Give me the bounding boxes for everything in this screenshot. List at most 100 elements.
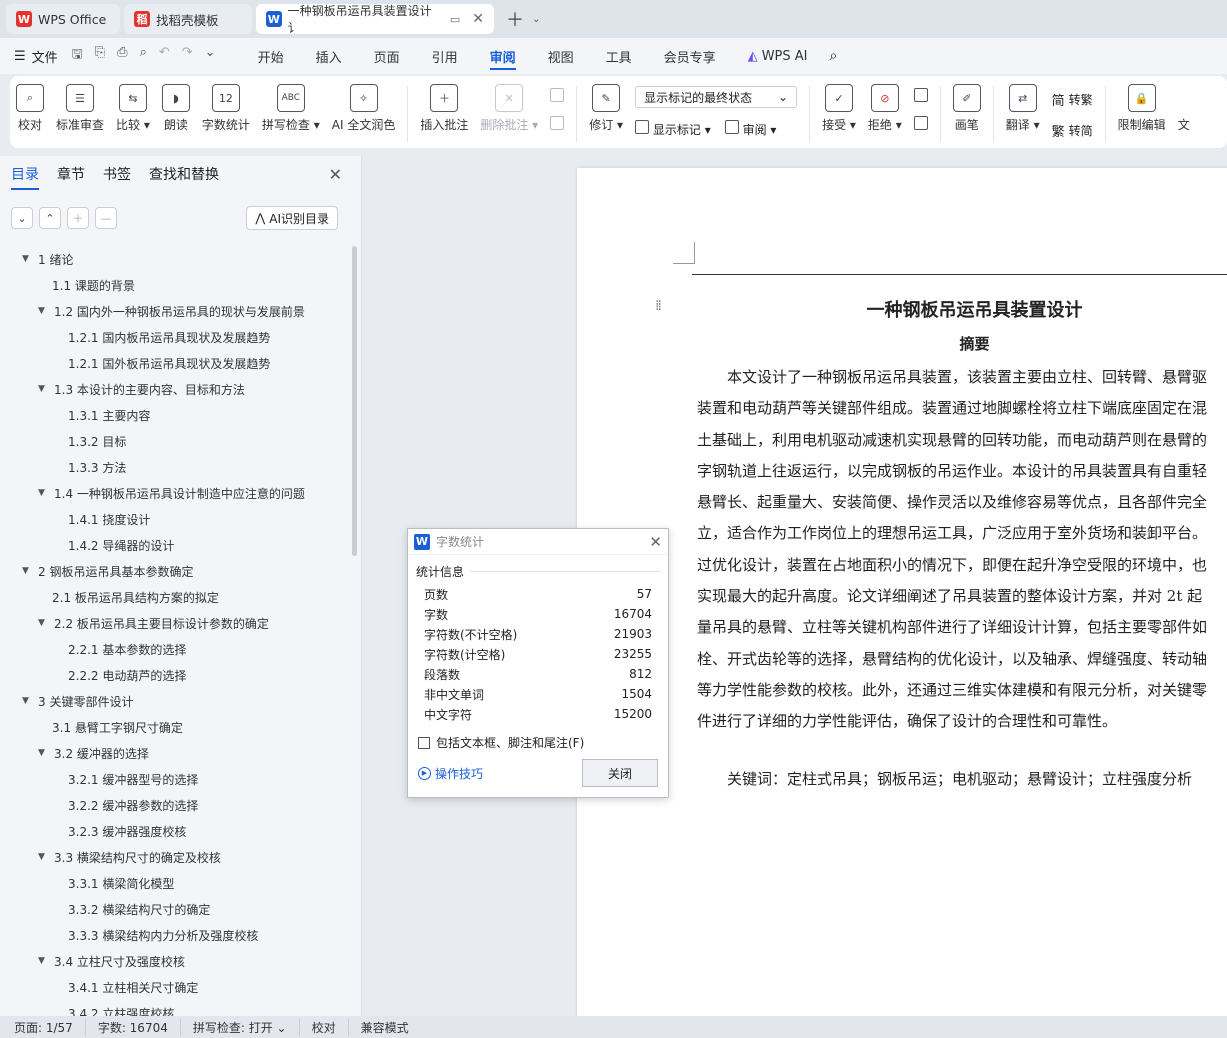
- expand-triangle-icon[interactable]: ▼: [38, 488, 50, 498]
- toc-item[interactable]: 1.4.2 导绳器的设计: [0, 532, 352, 558]
- read-aloud-button[interactable]: ◗ 朗读: [156, 84, 196, 133]
- insert-comment-button[interactable]: ＋插入批注: [414, 84, 474, 133]
- expand-triangle-icon[interactable]: ▼: [38, 956, 50, 966]
- expand-triangle-icon[interactable]: ▼: [22, 566, 34, 576]
- status-proof[interactable]: 校对: [312, 1018, 349, 1036]
- expand-triangle-icon[interactable]: ▼: [38, 748, 50, 758]
- undo-icon[interactable]: ↶: [159, 45, 170, 67]
- toc-item[interactable]: 1.4.1 挠度设计: [0, 506, 352, 532]
- toc-item[interactable]: 1.2.1 国外板吊运吊具现状及发展趋势: [0, 350, 352, 376]
- spell-check-button[interactable]: ABC 拼写检查 ▾: [256, 84, 326, 133]
- tips-link[interactable]: ▶ 操作技巧: [418, 765, 483, 782]
- print-preview-icon[interactable]: ⌕: [140, 45, 147, 67]
- more-ribbon-button[interactable]: 文: [1172, 84, 1196, 133]
- menu-reference[interactable]: 引用: [416, 38, 474, 74]
- tab-bookmarks[interactable]: 书签: [103, 164, 131, 184]
- previous-change-icon[interactable]: [913, 88, 928, 102]
- toc-item[interactable]: 3.2.1 缓冲器型号的选择: [0, 766, 352, 792]
- tab-toc[interactable]: 目录: [11, 164, 39, 190]
- expand-triangle-icon[interactable]: ▼: [38, 618, 50, 628]
- standard-review-button[interactable]: ☰ 标准审查: [50, 84, 110, 133]
- toc-item[interactable]: 3.3.1 横梁简化模型: [0, 870, 352, 896]
- menu-review[interactable]: 审阅: [474, 38, 532, 74]
- toc-item[interactable]: 3.3.3 横梁结构内力分析及强度校核: [0, 922, 352, 948]
- toc-item[interactable]: 2.2.1 基本参数的选择: [0, 636, 352, 662]
- export-icon[interactable]: ⎘: [95, 45, 105, 67]
- markup-state-dropdown[interactable]: 显示标记的最终状态 ⌄: [635, 86, 798, 108]
- search-icon[interactable]: ⌕: [830, 48, 838, 64]
- toc-item[interactable]: 1.3.3 方法: [0, 454, 352, 480]
- tab-template[interactable]: 稻 找稻壳模板: [124, 4, 252, 34]
- toc-item[interactable]: 3.4.1 立柱相关尺寸确定: [0, 974, 352, 1000]
- toc-item[interactable]: ▼ 1 绪论: [0, 246, 352, 272]
- toc-item[interactable]: ▼ 3 关键零部件设计: [0, 688, 352, 714]
- document-page[interactable]: ⁞⁞ 一种钢板吊运吊具装置设计 摘要 本文设计了一种钢板吊运吊具装置，该装置主要…: [577, 168, 1227, 1016]
- new-tab-icon[interactable]: ＋: [506, 6, 524, 32]
- chevron-up-icon[interactable]: ⌃: [39, 207, 61, 229]
- close-pane-icon[interactable]: ✕: [329, 165, 342, 184]
- status-words[interactable]: 字数: 16704: [98, 1018, 181, 1036]
- toc-item[interactable]: 2.2.2 电动葫芦的选择: [0, 662, 352, 688]
- toc-scrollbar[interactable]: [352, 246, 357, 556]
- expand-triangle-icon[interactable]: ▼: [38, 384, 50, 394]
- translate-button[interactable]: ⇄ 翻译 ▾: [1000, 84, 1046, 133]
- close-button[interactable]: 关闭: [582, 759, 658, 787]
- toc-item[interactable]: ▼ 3.4 立柱尺寸及强度校核: [0, 948, 352, 974]
- toc-item[interactable]: 3.2.2 缓冲器参数的选择: [0, 792, 352, 818]
- toc-item[interactable]: ▼ 1.4 一种钢板吊运吊具设计制造中应注意的问题: [0, 480, 352, 506]
- dialog-titlebar[interactable]: W 字数统计 ✕: [408, 529, 668, 555]
- expand-triangle-icon[interactable]: ▼: [38, 852, 50, 862]
- compare-button[interactable]: ⇆ 比较 ▾: [110, 84, 156, 133]
- toc-item[interactable]: 3.3.2 横梁结构尺寸的确定: [0, 896, 352, 922]
- expand-triangle-icon[interactable]: ▼: [38, 306, 50, 316]
- revise-button[interactable]: ✎ 修订 ▾: [583, 84, 629, 133]
- toc-item[interactable]: ▼ 2 钢板吊运吊具基本参数确定: [0, 558, 352, 584]
- proof-button[interactable]: ⌕ 校对: [10, 84, 50, 133]
- ai-toc-button[interactable]: ⋀ AI识别目录: [246, 206, 338, 230]
- tab-find-replace[interactable]: 查找和替换: [149, 164, 219, 184]
- toc-item[interactable]: 3.1 悬臂工字钢尺寸确定: [0, 714, 352, 740]
- toc-item[interactable]: ▼ 2.2 板吊运吊具主要目标设计参数的确定: [0, 610, 352, 636]
- close-tab-icon[interactable]: ✕: [472, 11, 484, 27]
- print-icon[interactable]: ⎙: [117, 45, 127, 67]
- file-menu[interactable]: ☰ 文件: [14, 47, 58, 66]
- menu-view[interactable]: 视图: [532, 38, 590, 74]
- menu-home[interactable]: 开始: [242, 38, 300, 74]
- toc-item[interactable]: ▼ 1.3 本设计的主要内容、目标和方法: [0, 376, 352, 402]
- toc-item[interactable]: 2.1 板吊运吊具结构方案的拟定: [0, 584, 352, 610]
- drag-handle-icon[interactable]: ⁞⁞: [655, 298, 662, 314]
- close-icon[interactable]: ✕: [649, 533, 662, 551]
- chevron-down-icon[interactable]: ⌄: [11, 207, 33, 229]
- reject-button[interactable]: ⊘ 拒绝 ▾: [862, 84, 908, 133]
- previous-comment-icon[interactable]: [550, 88, 565, 102]
- menu-insert[interactable]: 插入: [300, 38, 358, 74]
- chevron-down-icon[interactable]: ⌄: [205, 45, 216, 67]
- menu-member[interactable]: 会员专享: [648, 38, 732, 74]
- accept-button[interactable]: ✓ 接受 ▾: [816, 84, 862, 133]
- redo-icon[interactable]: ↷: [182, 45, 193, 67]
- chevron-down-icon[interactable]: ⌄: [532, 14, 540, 25]
- toc-item[interactable]: ▼ 1.2 国内外一种钢板吊运吊具的现状与发展前景: [0, 298, 352, 324]
- monitor-icon[interactable]: ▭: [450, 13, 460, 26]
- to-simplified-button[interactable]: 繁转简: [1052, 121, 1093, 140]
- toc-item[interactable]: ▼ 3.2 缓冲器的选择: [0, 740, 352, 766]
- status-page[interactable]: 页面: 1/57: [14, 1018, 86, 1036]
- tab-document[interactable]: W 一种钢板吊运吊具装置设计 讠 ▭ ✕: [256, 4, 494, 35]
- toc-item[interactable]: 1.2.1 国内板吊运吊具现状及发展趋势: [0, 324, 352, 350]
- include-footnotes-checkbox[interactable]: 包括文本框、脚注和尾注(F): [408, 724, 668, 751]
- toc-item[interactable]: 1.1 课题的背景: [0, 272, 352, 298]
- to-traditional-button[interactable]: 简转繁: [1052, 90, 1093, 109]
- expand-triangle-icon[interactable]: ▼: [22, 696, 34, 706]
- toc-item[interactable]: ▼ 3.3 横梁结构尺寸的确定及校核: [0, 844, 352, 870]
- review-pane-button[interactable]: 审阅 ▾: [724, 120, 776, 138]
- plus-icon[interactable]: ＋: [67, 207, 89, 229]
- next-comment-icon[interactable]: [550, 116, 565, 130]
- menu-wps-ai[interactable]: ◭ WPS AI: [732, 38, 824, 74]
- menu-page[interactable]: 页面: [358, 38, 416, 74]
- tab-chapters[interactable]: 章节: [57, 164, 85, 184]
- toc-item[interactable]: 3.2.3 缓冲器强度校核: [0, 818, 352, 844]
- pen-button[interactable]: ✐ 画笔: [947, 84, 987, 133]
- menu-tools[interactable]: 工具: [590, 38, 648, 74]
- status-spell[interactable]: 拼写检查: 打开 ⌄: [193, 1018, 300, 1036]
- minus-icon[interactable]: —: [95, 207, 117, 229]
